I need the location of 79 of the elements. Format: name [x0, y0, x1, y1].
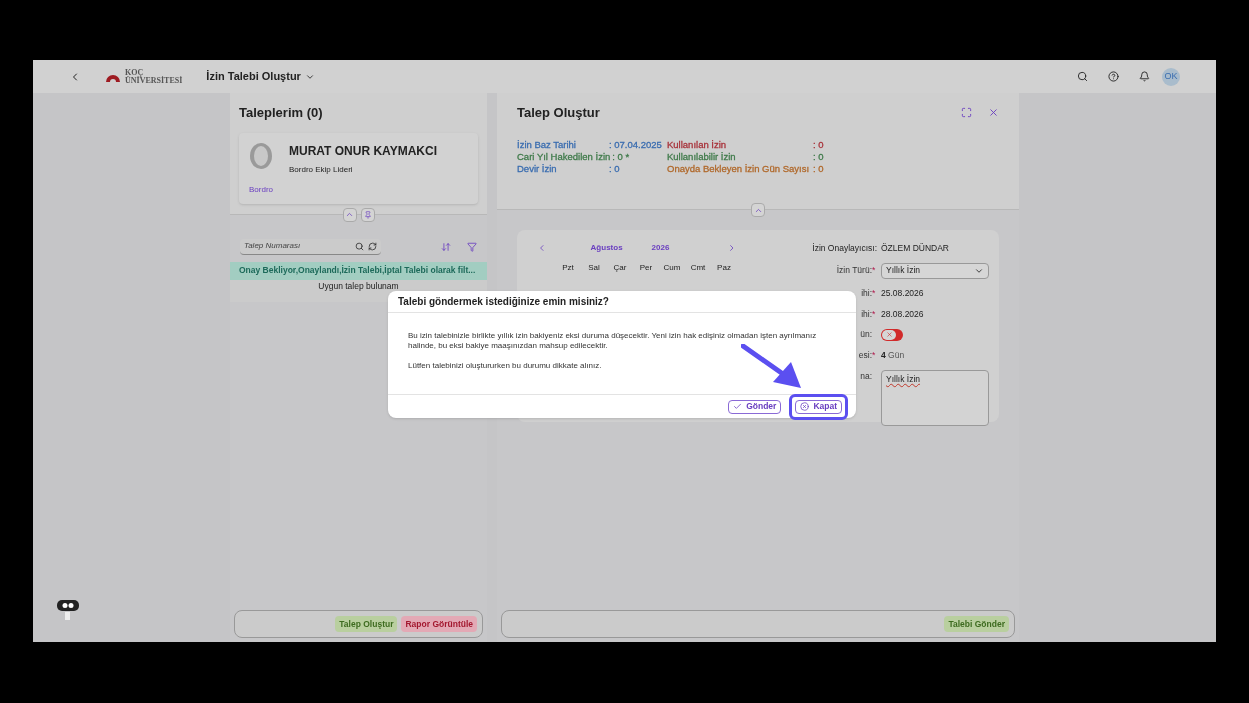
pin-icon [363, 210, 372, 219]
summary-value: : 0 [813, 138, 824, 151]
chatbot-icon[interactable] [55, 598, 81, 622]
weekday-label: Per [638, 262, 654, 274]
previous-month-icon[interactable] [537, 243, 547, 253]
summary-value: : 07.04.2025 [609, 138, 662, 151]
calendar-month[interactable]: Ağustos [590, 242, 623, 254]
weekday-label: Sal [587, 262, 601, 274]
x-icon [885, 331, 893, 339]
toggle-switch[interactable] [881, 328, 903, 341]
leave-type-select[interactable]: Yıllık İzin [881, 262, 989, 279]
description-field[interactable]: Yıllık İzin [881, 369, 989, 426]
field-label: ün: [860, 328, 872, 341]
approver-name: ÖZLEM DÜNDAR [881, 242, 949, 255]
search-icon[interactable] [1077, 71, 1088, 82]
employee-role: Bordro Ekip Lideri [289, 163, 354, 176]
annotation-arrow [741, 344, 803, 390]
dialog-button[interactable]: Gönder [728, 399, 782, 414]
summary-label: Onayda Bekleyen İzin Gün Sayısı [667, 162, 811, 175]
duration-value: 4 Gün [881, 349, 905, 362]
field-label: İzin Türü: [836, 264, 872, 278]
check-icon [733, 402, 743, 411]
logo-text: KOÇ ÜNİVERSİTESİ [125, 68, 183, 85]
footer-button[interactable]: Rapor Görüntüle [401, 615, 477, 633]
panel-title: Talep Oluştur [517, 104, 600, 122]
summary-value: : 0 [609, 162, 620, 175]
collapse-button[interactable] [342, 207, 357, 222]
summary-value: : 0 [813, 162, 824, 175]
employee-name: MURAT ONUR KAYMAKCI [289, 142, 437, 160]
close-icon[interactable] [988, 107, 999, 119]
refresh-icon[interactable] [368, 241, 377, 251]
submit-request-button[interactable]: Talebi Gönder [944, 615, 1009, 633]
weekday-label: Cum [662, 262, 682, 274]
field-label: na: [860, 369, 872, 383]
required-mark: * [872, 307, 877, 321]
summary-label: Cari Yıl Hakedilen İzin [517, 150, 612, 163]
weekday-label: Pzt [561, 262, 575, 274]
calendar-year[interactable]: 2026 [651, 242, 670, 254]
required-mark: * [872, 264, 877, 278]
fullscreen-icon[interactable] [961, 107, 972, 119]
dialog-button[interactable]: Kapat [795, 399, 842, 414]
dialog-title: Talebi göndermek istediğinize emin misiniz? [398, 295, 609, 309]
footer-button[interactable]: Talep Oluştur [335, 615, 398, 633]
empty-message: Uygun talep bulunam [318, 280, 399, 293]
avatar-icon [249, 141, 273, 172]
help-icon[interactable] [1108, 71, 1119, 82]
close-icon [800, 402, 810, 411]
summary-value: : 0 * [612, 150, 630, 163]
bell-icon[interactable] [1139, 71, 1150, 82]
summary-label: İzin Baz Tarihi [517, 138, 577, 151]
chevron-up-icon [345, 210, 354, 219]
field-label: İzin Onaylayıcısı: [812, 242, 877, 255]
field-label: ihi: [861, 286, 872, 300]
summary-label: Kullanılabilir İzin [667, 150, 737, 163]
summary-label: Devir İzin [517, 162, 558, 175]
required-mark: * [872, 286, 877, 300]
filter-icon[interactable] [467, 241, 477, 252]
search-field[interactable]: Talep Numarası [240, 238, 381, 255]
field-label: esi: [858, 349, 872, 362]
filter-banner: Onay Bekliyor,Onaylandı,İzin Talebi,İptal Talebi olarak filt... [230, 261, 487, 280]
required-mark: * [872, 349, 877, 362]
dialog-message: Lütfen talebinizi oluştururken bu durumu dikkate alınız. [408, 361, 603, 371]
summary-label: Kullanılan İzin [667, 138, 728, 151]
user-avatar[interactable]: OK [1162, 67, 1180, 86]
weekday-label: Cmt [689, 262, 707, 274]
weekday-label: Çar [612, 262, 628, 274]
weekday-label: Paz [716, 262, 732, 274]
collapse-button[interactable] [751, 203, 765, 217]
date-value: 25.08.2026 [881, 286, 924, 300]
date-value: 28.08.2026 [881, 307, 924, 321]
search-icon[interactable] [355, 241, 364, 251]
page-title-menu[interactable]: İzin Talebi Oluştur [206, 68, 315, 85]
department-link[interactable]: Bordro [249, 183, 273, 196]
panel-title: Taleplerim (0) [239, 104, 324, 122]
pin-button[interactable] [360, 207, 375, 222]
dialog-message: Bu izin talebinizle birlikte yıllık izin bakiyeniz eksi duruma düşecektir. Yeni izin hak edişiniz olmadan işten ayrılmanız halinde, bu eksi bakiye maaşınızdan mahsup edilecektir. [408, 331, 818, 351]
sort-icon[interactable] [441, 241, 451, 252]
field-label: ihi: [861, 307, 872, 321]
summary-value: : 0 [813, 150, 824, 163]
